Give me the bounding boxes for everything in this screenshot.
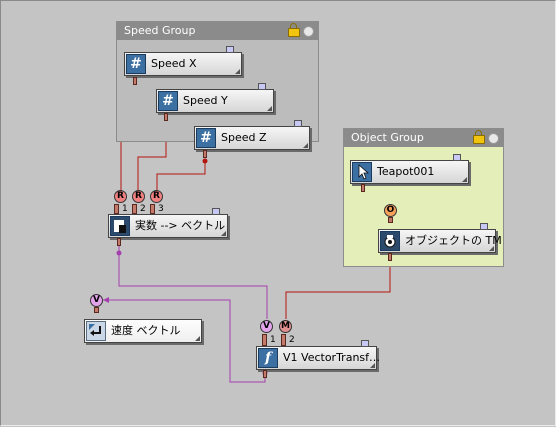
output-stub[interactable] xyxy=(388,253,392,261)
input-stub[interactable] xyxy=(114,204,119,214)
lock-icon[interactable] xyxy=(473,130,485,144)
socket-v-speed-vector[interactable]: V xyxy=(90,294,103,307)
node-label: Speed Z xyxy=(221,131,267,144)
output-arrow-icon xyxy=(86,321,106,341)
output-port[interactable] xyxy=(212,208,220,215)
object-group-icons xyxy=(473,130,499,144)
node-real-to-vector[interactable]: 実数 --> ベクトル xyxy=(108,208,228,238)
input-stub[interactable] xyxy=(132,204,137,214)
socket-r3[interactable]: R xyxy=(150,190,163,203)
output-port[interactable] xyxy=(361,340,369,347)
function-icon: f xyxy=(258,348,278,368)
pin-number-2: 2 xyxy=(289,335,295,345)
wire-arrow xyxy=(103,297,109,303)
pin-number-1: 1 xyxy=(122,204,128,214)
output-port[interactable] xyxy=(480,223,488,230)
resize-corner-icon xyxy=(235,69,240,74)
convert-icon xyxy=(110,216,130,236)
node-label: Teapot001 xyxy=(377,165,435,178)
node-teapot[interactable]: Teapot001 xyxy=(350,154,469,184)
node-label: 実数 --> ベクトル xyxy=(135,219,226,232)
resize-corner-icon xyxy=(267,106,272,111)
output-port[interactable] xyxy=(258,83,266,90)
number-icon: # xyxy=(158,91,178,111)
wire-end-z xyxy=(202,158,208,164)
output-port[interactable] xyxy=(294,120,302,127)
resize-corner-icon xyxy=(462,177,467,182)
output-stub[interactable] xyxy=(263,370,267,378)
node-speed-x[interactable]: # Speed X xyxy=(124,46,242,76)
speed-group[interactable]: Speed Group xyxy=(116,21,319,142)
resize-corner-icon xyxy=(303,143,308,148)
node-label: Speed X xyxy=(151,57,197,70)
node-speed-vector[interactable]: 速度 ベクトル xyxy=(84,319,202,343)
node-label: 速度 ベクトル xyxy=(111,324,181,337)
output-stub[interactable] xyxy=(203,150,207,158)
dot-icon[interactable] xyxy=(488,132,499,144)
node-label: オブジェクトの TM xyxy=(405,234,502,247)
output-stub[interactable] xyxy=(133,77,137,85)
number-icon: # xyxy=(126,54,146,74)
resize-corner-icon xyxy=(221,231,226,236)
output-stub[interactable] xyxy=(164,113,168,121)
lock-icon[interactable] xyxy=(288,23,300,37)
speed-group-icons xyxy=(288,23,314,37)
socket-r2[interactable]: R xyxy=(132,190,145,203)
socket-m-input[interactable]: M xyxy=(279,320,292,333)
node-label: Speed Y xyxy=(183,94,228,107)
wire-end-vec xyxy=(116,250,122,256)
pin-number-1: 1 xyxy=(270,335,276,345)
node-speed-z[interactable]: # Speed Z xyxy=(194,120,310,150)
resize-corner-icon xyxy=(489,246,494,251)
socket-r1[interactable]: R xyxy=(114,190,127,203)
input-stub[interactable] xyxy=(262,334,267,346)
socket-o[interactable]: O xyxy=(384,204,397,217)
output-stub[interactable] xyxy=(117,238,121,246)
output-port[interactable] xyxy=(226,46,234,53)
resize-corner-icon xyxy=(195,336,200,341)
wire-vec-v1 xyxy=(118,245,268,319)
output-port[interactable] xyxy=(453,154,461,161)
pin-number-2: 2 xyxy=(140,204,146,214)
cursor-icon xyxy=(352,162,372,182)
socket-v-input[interactable]: V xyxy=(260,320,273,333)
node-speed-y[interactable]: # Speed Y xyxy=(156,83,274,113)
output-stub[interactable] xyxy=(361,184,365,192)
camera-icon xyxy=(380,231,400,251)
number-icon: # xyxy=(196,128,216,148)
input-stub[interactable] xyxy=(281,334,286,346)
node-label: V1 VectorTransf… xyxy=(283,351,381,364)
input-stub[interactable] xyxy=(94,307,99,313)
input-stub[interactable] xyxy=(388,217,393,223)
node-vector-transform[interactable]: f V1 VectorTransf… xyxy=(256,340,381,370)
schematic-canvas[interactable]: Speed Group Object Group # Speed X # Spe… xyxy=(0,0,556,426)
wire-tm-m xyxy=(285,262,391,319)
node-object-tm[interactable]: オブジェクトの TM xyxy=(378,223,502,253)
resize-corner-icon xyxy=(370,363,375,368)
input-stub[interactable] xyxy=(150,204,155,214)
pin-number-3: 3 xyxy=(158,204,164,214)
wire-speedz-r3 xyxy=(156,161,206,190)
dot-icon[interactable] xyxy=(303,25,314,37)
